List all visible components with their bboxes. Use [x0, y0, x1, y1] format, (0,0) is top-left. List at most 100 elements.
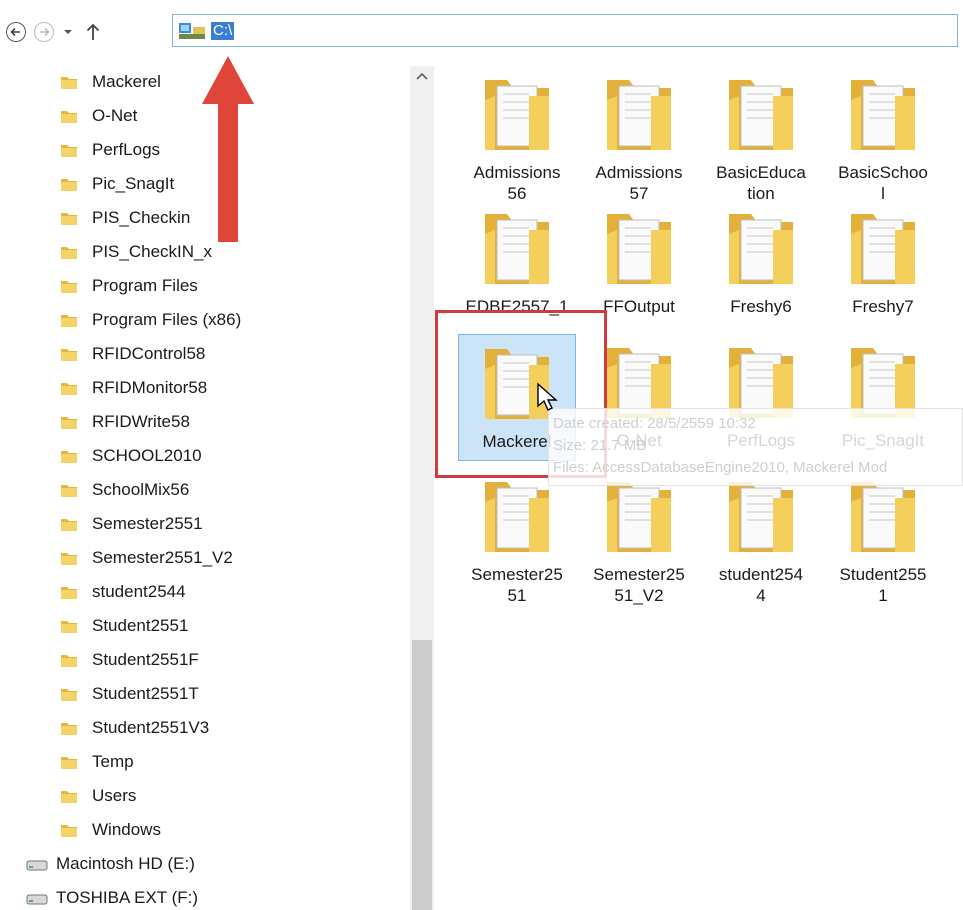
folder-icon: [60, 754, 78, 770]
folder-tile[interactable]: Admissions 56: [458, 72, 576, 204]
tree-folder-item[interactable]: O-Net: [60, 100, 137, 132]
tree-folder-item[interactable]: Mackerel: [60, 66, 161, 98]
forward-button[interactable]: [34, 22, 54, 42]
tree-folder-item[interactable]: RFIDMonitor58: [60, 372, 207, 404]
tree-folder-item[interactable]: Student2551: [60, 610, 188, 642]
scroll-thumb[interactable]: [412, 640, 432, 910]
tree-folder-label: Mackerel: [92, 72, 161, 91]
folder-icon: [60, 618, 78, 634]
back-button[interactable]: [6, 22, 26, 42]
tooltip-size: Size: 21.7 MB: [553, 437, 647, 454]
tree-folder-label: Student2551: [92, 616, 189, 635]
tree-folder-label: Student2551F: [92, 650, 199, 669]
tree-folder-label: O-Net: [92, 106, 138, 125]
folder-icon: [60, 550, 78, 566]
folder-icon: [60, 584, 78, 600]
tree-folder-label: Student2551V3: [92, 718, 210, 737]
folder-tooltip: Date created: 28/5/2559 10:32 Size: 21.7…: [548, 408, 963, 486]
folder-icon: [60, 74, 78, 90]
folder-tile-label: Admissions 56: [473, 163, 561, 203]
tree-folder-label: Windows: [92, 820, 161, 839]
tree-folder-label: PIS_CheckIN_x: [92, 242, 212, 261]
folder-icon: [721, 474, 801, 558]
tree-folder-item[interactable]: Pic_SnagIt: [60, 168, 174, 200]
folder-icon: [599, 72, 679, 156]
folder-tile-label: Student255 1: [839, 565, 927, 605]
tree-drive-label: Macintosh HD (E:): [56, 854, 195, 873]
tree-folder-item[interactable]: Student2551V3: [60, 712, 209, 744]
folder-tile-label: Semester25 51_V2: [593, 565, 685, 605]
folder-tile[interactable]: Semester25 51: [458, 474, 576, 606]
folder-icon: [721, 206, 801, 290]
navigation-scrollbar[interactable]: [410, 66, 434, 910]
tree-folder-label: Users: [92, 786, 137, 805]
folder-tile[interactable]: student254 4: [702, 474, 820, 606]
folder-tile[interactable]: EDBE2557_1: [458, 206, 576, 317]
tooltip-date: Date created: 28/5/2559 10:32: [553, 415, 756, 432]
tooltip-files: Files: AccessDatabaseEngine2010, Mackere…: [553, 459, 888, 476]
tree-folder-item[interactable]: student2544: [60, 576, 186, 608]
folder-tile[interactable]: BasicSchoo l: [824, 72, 942, 204]
folder-tile-label: BasicEduca tion: [716, 163, 806, 203]
folder-icon: [477, 474, 557, 558]
folder-tile[interactable]: Admissions 57: [580, 72, 698, 204]
scroll-up-arrow-icon[interactable]: [416, 72, 428, 80]
navigation-bar: C:\: [0, 0, 963, 66]
folder-tile[interactable]: BasicEduca tion: [702, 72, 820, 204]
back-arrow-icon: [10, 27, 20, 37]
tree-folder-label: Semester2551: [92, 514, 203, 533]
file-view: Admissions 56 Admissions 57 BasicEduca tio…: [434, 66, 963, 910]
folder-icon: [60, 516, 78, 532]
tree-folder-item[interactable]: SCHOOL2010: [60, 440, 202, 472]
tree-folder-item[interactable]: RFIDControl58: [60, 338, 205, 370]
tree-folder-item[interactable]: Semester2551: [60, 508, 203, 540]
tree-drive-item[interactable]: Macintosh HD (E:): [26, 848, 195, 880]
folder-tile-label: Freshy7: [852, 297, 914, 316]
folder-icon: [599, 474, 679, 558]
folder-icon: [60, 482, 78, 498]
tree-folder-item[interactable]: PIS_CheckIN_x: [60, 236, 212, 268]
folder-icon: [721, 72, 801, 156]
tree-folder-item[interactable]: Semester2551_V2: [60, 542, 233, 574]
tree-folder-label: Program Files: [92, 276, 198, 295]
address-bar[interactable]: C:\: [172, 14, 958, 47]
tree-folder-item[interactable]: PerfLogs: [60, 134, 160, 166]
chevron-down-icon[interactable]: [62, 24, 74, 40]
tree-folder-item[interactable]: PIS_Checkin: [60, 202, 190, 234]
mouse-cursor-icon: [537, 382, 558, 411]
tree-folder-label: SCHOOL2010: [92, 446, 202, 465]
tree-folder-item[interactable]: RFIDWrite58: [60, 406, 190, 438]
folder-icon: [60, 686, 78, 702]
tree-folder-item[interactable]: Program Files (x86): [60, 304, 241, 336]
folder-tile[interactable]: Freshy6: [702, 206, 820, 317]
folder-tile[interactable]: Semester25 51_V2: [580, 474, 698, 606]
drive-icon: [179, 23, 205, 39]
drive-icon: [26, 891, 48, 905]
folder-icon: [60, 346, 78, 362]
folder-icon: [843, 206, 923, 290]
tree-folder-item[interactable]: Program Files: [60, 270, 198, 302]
folder-icon: [60, 822, 78, 838]
tree-folder-label: Pic_SnagIt: [92, 174, 175, 193]
tree-folder-item[interactable]: Windows: [60, 814, 161, 846]
folder-icon: [60, 278, 78, 294]
tree-folder-item[interactable]: Student2551T: [60, 678, 199, 710]
tree-drive-item[interactable]: TOSHIBA EXT (F:): [26, 882, 198, 910]
folder-icon: [60, 142, 78, 158]
folder-icon: [60, 720, 78, 736]
folder-icon: [60, 448, 78, 464]
up-arrow-icon[interactable]: [84, 22, 102, 42]
folder-tile[interactable]: Student255 1: [824, 474, 942, 606]
folder-tile[interactable]: Freshy7: [824, 206, 942, 317]
folder-tile[interactable]: FFOutput: [580, 206, 698, 317]
tree-folder-item[interactable]: Student2551F: [60, 644, 199, 676]
folder-icon: [60, 244, 78, 260]
tree-folder-label: RFIDControl58: [92, 344, 206, 363]
tree-folder-item[interactable]: SchoolMix56: [60, 474, 189, 506]
tree-folder-item[interactable]: Users: [60, 780, 136, 812]
tree-folder-item[interactable]: Temp: [60, 746, 134, 778]
tree-drive-label: TOSHIBA EXT (F:): [56, 888, 199, 907]
folder-icon: [60, 380, 78, 396]
drive-icon: [26, 857, 48, 871]
address-path[interactable]: C:\: [211, 22, 235, 40]
